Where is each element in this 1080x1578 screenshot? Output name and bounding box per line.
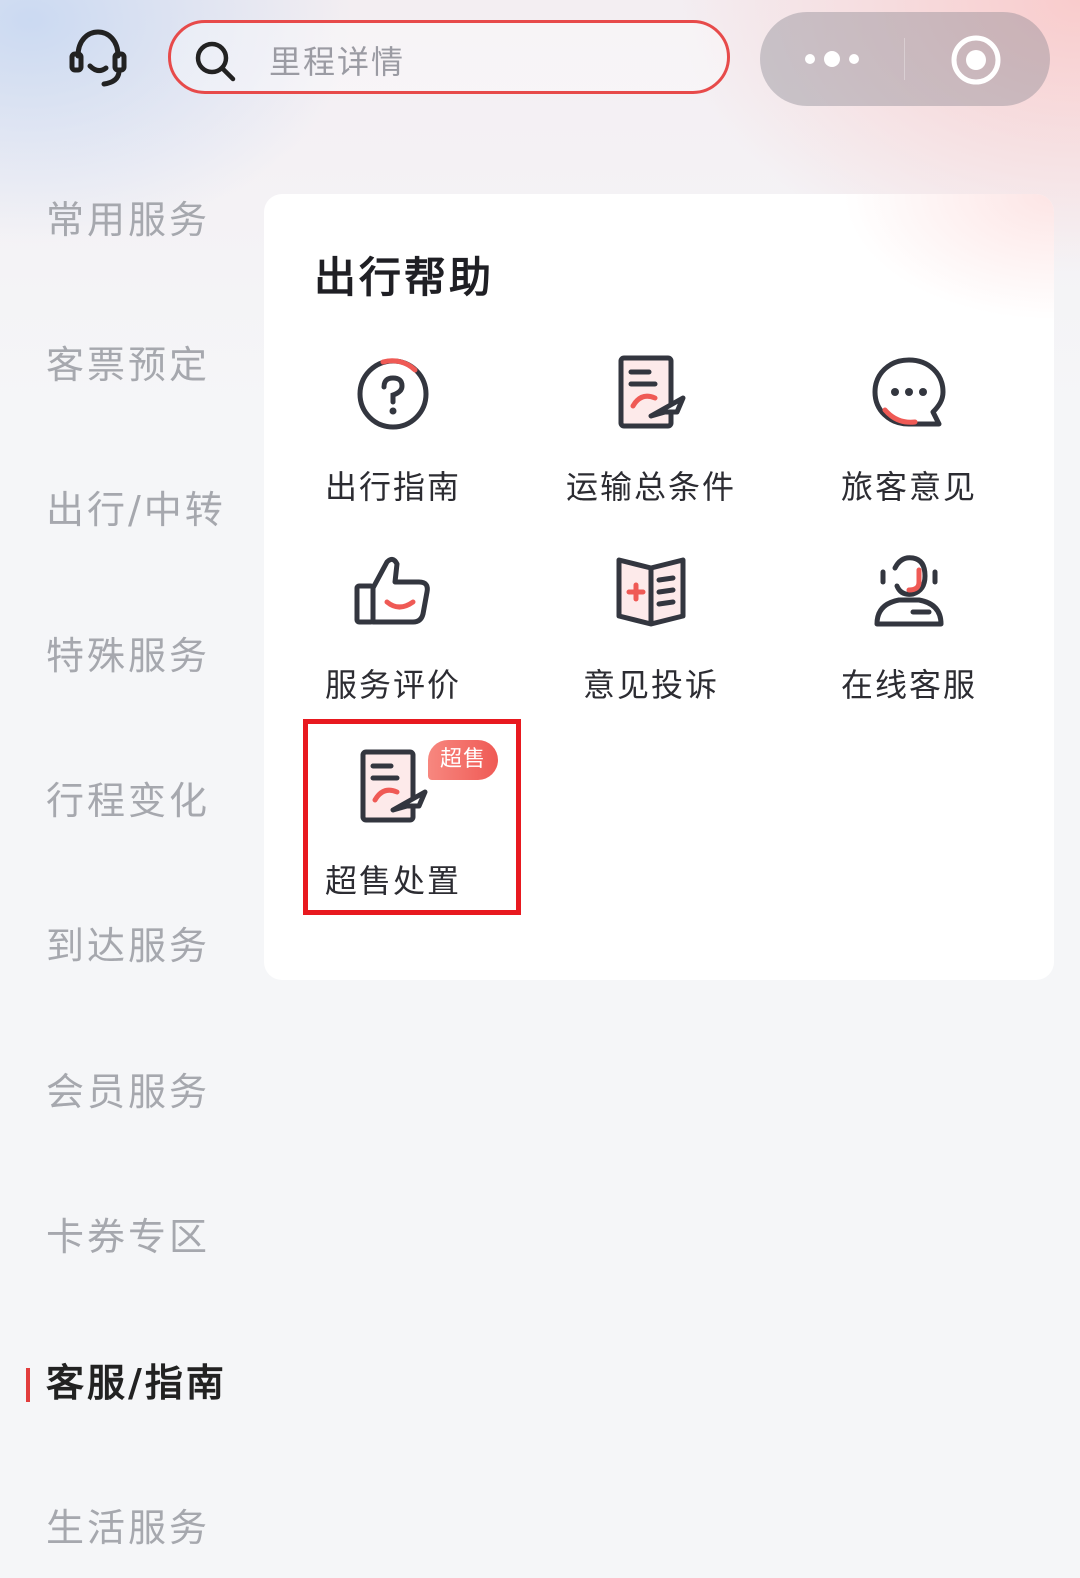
capsule-divider [904,38,905,80]
target-circle-icon[interactable] [948,32,1004,88]
search-icon [195,41,236,82]
grid-item-label: 在线客服 [840,666,977,704]
sidebar-item-special-services[interactable]: 特殊服务 [46,626,210,686]
sidebar-item-coupons[interactable]: 卡券专区 [46,1207,210,1267]
sidebar-item-customer-service-guide[interactable]: 客服/指南 [46,1353,227,1413]
grid-item-transport-conditions[interactable]: 运输总条件 [522,354,780,534]
grid-item-service-rating[interactable]: 服务评价 [264,552,522,732]
grid-item-online-service[interactable]: 在线客服 [780,552,1038,732]
sidebar-item-travel-transfer[interactable]: 出行/中转 [46,480,226,540]
grid-item-travel-guide[interactable]: 出行指南 [264,354,522,534]
grid-item-label: 超售处置 [324,862,461,900]
more-dots-icon[interactable] [800,44,864,74]
question-circle-icon [357,358,429,430]
thumbs-up-icon [354,556,430,625]
mini-program-capsule [760,12,1050,106]
complaint-book-icon [616,557,686,627]
sidebar-item-itinerary-change[interactable]: 行程变化 [46,771,210,831]
search-bar[interactable]: 里程详情 [168,20,730,94]
oversale-badge: 超售 [428,740,498,780]
agent-icon [874,555,944,627]
grid-item-label: 运输总条件 [565,468,736,506]
travel-help-card: 出行帮助 出行指南 运输总条件 旅客意见 服务评价 意见投诉 在线客服 超售处置 [264,194,1054,980]
sidebar-item-ticket-booking[interactable]: 客票预定 [46,335,210,395]
grid-item-passenger-feedback[interactable]: 旅客意见 [780,354,1038,534]
sidebar-item-member-services[interactable]: 会员服务 [46,1062,210,1122]
search-placeholder: 里程详情 [269,43,406,81]
sidebar-item-common-services[interactable]: 常用服务 [46,190,210,250]
document-plane-icon [618,355,686,429]
grid-item-label: 服务评价 [324,666,461,704]
grid-item-label: 旅客意见 [840,468,977,506]
chat-bubble-icon [872,357,946,427]
top-bar: 里程详情 [0,0,1080,120]
sidebar-active-indicator [26,1368,30,1402]
grid-item-complaints[interactable]: 意见投诉 [522,552,780,732]
document-plane-icon [360,749,428,823]
grid-item-label: 意见投诉 [582,666,719,704]
headset-icon[interactable] [64,24,132,92]
sidebar-item-arrival-services[interactable]: 到达服务 [46,916,210,976]
card-title: 出行帮助 [314,253,495,302]
sidebar-item-life-services[interactable]: 生活服务 [46,1498,210,1558]
grid-item-label: 出行指南 [324,468,461,506]
